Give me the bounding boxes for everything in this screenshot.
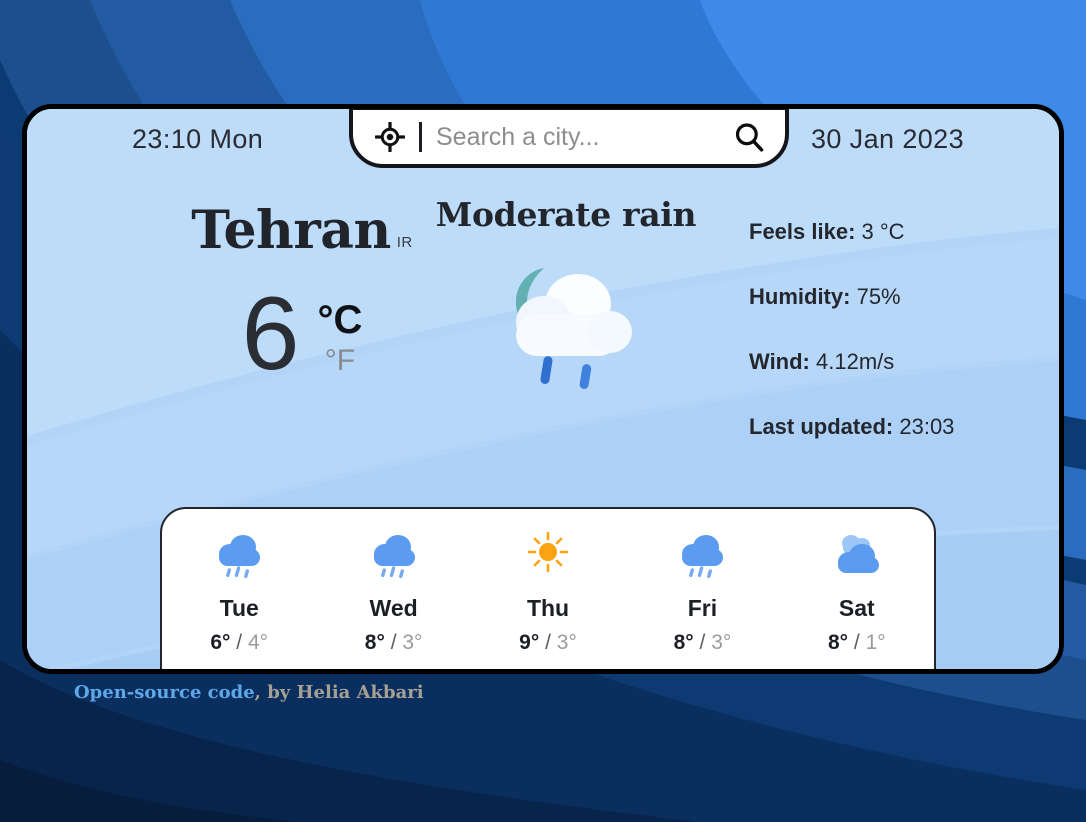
forecast-day-thu[interactable]: Thu 9° / 3° xyxy=(471,509,625,655)
forecast-high: 8° xyxy=(827,631,849,654)
forecast-separator: / xyxy=(236,631,243,654)
forecast-day-name: Sat xyxy=(838,595,875,621)
search-input-wrap[interactable] xyxy=(436,122,719,152)
detail-label: Wind: xyxy=(749,349,810,374)
forecast-icon-wrap xyxy=(316,527,470,585)
forecast-high: 8° xyxy=(364,631,385,654)
condition-icon-wrap xyxy=(425,252,707,392)
detail-label: Last updated: xyxy=(749,414,894,439)
forecast-separator: / xyxy=(699,631,706,654)
detail-row-humidity: Humidity: 75% xyxy=(749,284,1049,310)
search-input[interactable] xyxy=(436,122,719,152)
city-temperature-block: Tehran IR 6 °C °F xyxy=(157,205,447,392)
country-code: IR xyxy=(396,234,413,251)
forecast-temps: 8° / 3° xyxy=(625,631,779,655)
detail-row-wind: Wind: 4.12m/s xyxy=(749,349,1049,375)
forecast-separator: / xyxy=(545,631,551,654)
forecast-day-wed[interactable]: Wed 8° / 3° xyxy=(316,509,470,655)
temperature-line: 6 °C °F xyxy=(157,276,447,392)
search-divider xyxy=(419,122,422,152)
forecast-day-fri[interactable]: Fri 8° / 3° xyxy=(625,509,779,655)
forecast-high: 9° xyxy=(519,631,540,654)
forecast-icon-wrap xyxy=(780,527,934,585)
forecast-temps: 6° / 4° xyxy=(162,631,316,655)
forecast-icon-wrap xyxy=(162,527,316,585)
forecast-low: 1° xyxy=(865,631,886,654)
condition-text: Moderate rain xyxy=(435,195,697,234)
forecast-low: 3° xyxy=(556,631,577,654)
forecast-high: 8° xyxy=(673,631,694,654)
forecast-low: 3° xyxy=(711,631,732,654)
forecast-day-tue[interactable]: Tue 6° / 4° xyxy=(162,509,316,655)
condition-block: Moderate rain xyxy=(425,195,707,392)
forecast-temps: 9° / 3° xyxy=(471,631,625,655)
moon-cloud-rain-icon xyxy=(516,268,632,389)
current-date: 30 Jan 2023 xyxy=(810,123,964,154)
forecast-low: 3° xyxy=(402,631,423,654)
weather-card: 23:10 Mon 30 Jan 2023 Tehran IR xyxy=(22,104,1064,674)
forecast-day-sat[interactable]: Sat 8° / 1° xyxy=(780,509,934,655)
weather-details-list: Feels like: 3 °C Humidity: 75% Wind: 4.1… xyxy=(749,219,1049,440)
current-temperature: 6 xyxy=(241,276,300,392)
city-line: Tehran IR xyxy=(157,205,447,257)
unit-toggle[interactable]: °C °F xyxy=(317,292,362,376)
forecast-high: 6° xyxy=(210,631,231,654)
cloud-rain-icon xyxy=(373,535,415,579)
city-name: Tehran xyxy=(191,200,391,261)
forecast-day-name: Thu xyxy=(526,595,570,621)
open-source-link[interactable]: Open-source code xyxy=(74,682,255,703)
forecast-low: 4° xyxy=(247,631,269,654)
detail-value: 75% xyxy=(856,284,901,309)
main-weather-section: Tehran IR 6 °C °F Moderate rain Feels li… xyxy=(27,181,1059,511)
cloud-rain-icon xyxy=(219,535,261,579)
detail-row-last-updated: Last updated: 23:03 xyxy=(749,414,1049,440)
forecast-separator: / xyxy=(853,631,860,654)
magnifier-icon[interactable] xyxy=(733,121,765,153)
sun-icon xyxy=(527,531,569,573)
footer-credit: Open-source code, by Helia Akbari xyxy=(74,682,424,703)
forecast-icon-wrap xyxy=(625,527,779,585)
unit-fahrenheit-button[interactable]: °F xyxy=(317,346,362,376)
forecast-day-name: Tue xyxy=(219,595,259,621)
detail-label: Humidity: xyxy=(749,284,851,309)
detail-value: 4.12m/s xyxy=(816,349,895,374)
forecast-panel: Tue 6° / 4° Wed 8° / 3° Thu 9° / 3° Fri … xyxy=(160,507,936,669)
detail-row-feels-like: Feels like: 3 °C xyxy=(749,219,1049,245)
forecast-icon-wrap xyxy=(471,527,625,585)
forecast-temps: 8° / 1° xyxy=(780,631,934,655)
author-byline: , by Helia Akbari xyxy=(254,682,424,703)
cloud-rain-icon xyxy=(682,535,724,579)
forecast-day-name: Wed xyxy=(369,595,418,621)
forecast-day-name: Fri xyxy=(687,595,718,621)
current-time: 23:10 Mon xyxy=(132,123,264,154)
detail-value: 3 °C xyxy=(861,219,905,244)
crosshair-location-icon[interactable] xyxy=(375,122,405,152)
detail-value: 23:03 xyxy=(899,414,955,439)
forecast-separator: / xyxy=(390,631,397,654)
unit-celsius-button[interactable]: °C xyxy=(317,300,362,340)
partly-cloudy-icon xyxy=(837,535,879,573)
forecast-temps: 8° / 3° xyxy=(316,631,470,655)
search-bar[interactable] xyxy=(349,109,789,168)
detail-label: Feels like: xyxy=(749,219,856,244)
